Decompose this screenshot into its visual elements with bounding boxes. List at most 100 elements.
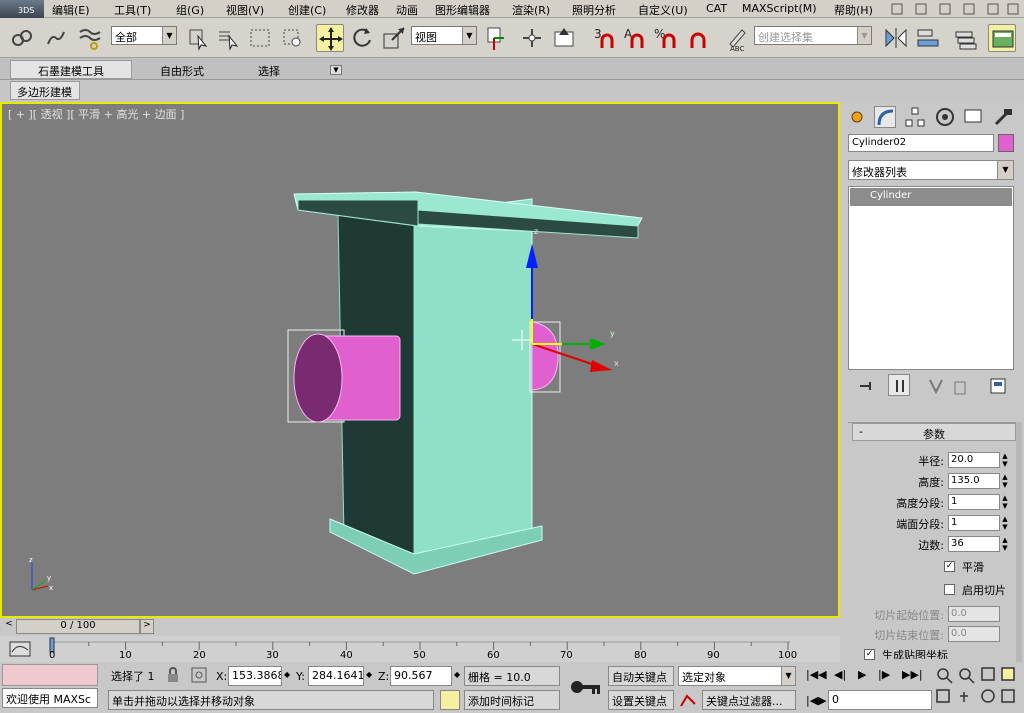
menu-customize[interactable]: 自定义(U) (638, 2, 688, 18)
sides-spinner-icon[interactable]: ▲ ▼ (1001, 536, 1009, 552)
absolute-mode-icon[interactable] (190, 666, 208, 684)
prev-frame-arrow-icon[interactable]: < (2, 619, 16, 634)
smooth-checkbox[interactable]: ✓ (944, 561, 955, 572)
link-icon[interactable] (8, 24, 36, 52)
y-coord-field[interactable]: 284.1641 (308, 666, 364, 686)
menu-edit[interactable]: 编辑(E) (52, 2, 90, 18)
modifier-list-select[interactable]: 修改器列表 ▼ (848, 160, 1014, 180)
lock-icon[interactable] (164, 666, 182, 684)
selection-filter-select[interactable]: 全部 ▼ (111, 26, 177, 45)
remove-modifier-icon[interactable] (950, 376, 970, 396)
key-mode-toggle-icon[interactable]: |◀▶ (806, 694, 827, 707)
layer-manager-icon[interactable] (952, 24, 980, 52)
object-name-field[interactable]: Cylinder02 (848, 134, 994, 152)
spinner-snap-icon[interactable] (686, 24, 714, 52)
menu-animation[interactable]: 动画 (396, 2, 418, 18)
perspective-viewport[interactable]: [ + ][ 透视 ][ 平滑 + 高光 + 边面 ] z y x z x y (0, 102, 840, 618)
make-unique-icon[interactable] (926, 376, 946, 396)
edit-named-selection-icon[interactable]: ABC (722, 24, 750, 53)
key-mode-select[interactable]: 选定对象 ▼ (678, 666, 796, 686)
next-frame-icon[interactable]: |▶ (878, 668, 890, 681)
add-time-tag[interactable]: 添加时间标记 (464, 690, 560, 710)
menu-group[interactable]: 组(G) (176, 2, 204, 18)
tab-freeform[interactable]: 自由形式 (154, 61, 210, 78)
key-tangent-icon[interactable] (678, 690, 698, 710)
modifier-stack[interactable]: Cylinder (848, 186, 1014, 370)
rotate-icon[interactable] (348, 24, 376, 52)
parameters-rollout-header[interactable]: - 参数 (852, 423, 1016, 441)
select-move-icon[interactable] (316, 24, 344, 52)
app-logo[interactable]: 3DS (0, 0, 44, 18)
z-coord-field[interactable]: 90.567 (390, 666, 452, 686)
menu-lighting[interactable]: 照明分析 (572, 2, 616, 18)
keyboard-shortcut-icon[interactable] (550, 24, 578, 52)
cap-segments-field[interactable]: 1 (948, 515, 1000, 531)
slice-from-field[interactable]: 0.0 (948, 606, 1000, 622)
align-icon[interactable] (914, 24, 942, 52)
select-by-name-icon[interactable] (214, 24, 242, 52)
graphite-ribbon-icon[interactable] (988, 24, 1016, 52)
modify-tab-icon[interactable] (874, 106, 896, 128)
angle-snap-icon[interactable]: A (620, 24, 648, 52)
maxscript-listener-mini[interactable] (2, 664, 98, 686)
track-bar[interactable]: 0 10 20 30 40 50 60 70 80 90 100 (0, 636, 840, 662)
time-tag-icon[interactable] (440, 690, 460, 710)
panel-scrollbar[interactable] (1016, 422, 1022, 662)
height-spinner-icon[interactable]: ▲ ▼ (1001, 473, 1009, 489)
configure-sets-icon[interactable] (988, 376, 1008, 396)
menu-cat[interactable]: CAT (706, 2, 727, 15)
radius-field[interactable]: 20.0 (948, 452, 1000, 468)
mirror-icon[interactable] (882, 24, 910, 52)
maxscript-welcome[interactable]: 欢迎使用 MAXSc (2, 688, 98, 708)
utilities-tab-icon[interactable] (992, 106, 1014, 128)
menu-rendering[interactable]: 渲染(R) (512, 2, 550, 18)
x-coord-field[interactable]: 153.3868 (228, 666, 282, 686)
play-icon[interactable]: ▶ (858, 668, 866, 681)
current-frame-field[interactable]: 0 (828, 690, 932, 710)
slice-on-checkbox[interactable] (944, 584, 955, 595)
motion-tab-icon[interactable] (934, 106, 956, 128)
cap-segments-spinner-icon[interactable]: ▲ ▼ (1001, 515, 1009, 531)
unlink-icon[interactable] (42, 24, 70, 52)
hierarchy-tab-icon[interactable] (904, 106, 926, 128)
menu-create[interactable]: 创建(C) (288, 2, 326, 18)
menu-tools[interactable]: 工具(T) (114, 2, 151, 18)
pivot-center-icon[interactable] (482, 24, 510, 52)
menu-maxscript[interactable]: MAXScript(M) (742, 2, 817, 15)
named-selection-select[interactable]: 创建选择集 ▼ (754, 26, 872, 45)
ribbon-poly-modeling[interactable]: 多边形建模 (10, 81, 80, 100)
key-filters-button[interactable]: 关键点过滤器... (702, 690, 796, 710)
auto-key-button[interactable]: 自动关键点 (608, 666, 674, 686)
tab-selection[interactable]: 选择 (252, 61, 286, 78)
height-segments-field[interactable]: 1 (948, 494, 1000, 510)
scene-geometry[interactable]: z y x (2, 104, 838, 616)
x-spinner-icon[interactable]: ◆ (284, 670, 290, 679)
next-frame-arrow-icon[interactable]: > (140, 619, 154, 634)
menu-help[interactable]: 帮助(H) (834, 2, 873, 18)
ribbon-options-chevron-icon[interactable]: ▼ (330, 65, 342, 75)
z-spinner-icon[interactable]: ◆ (454, 670, 460, 679)
select-object-icon[interactable] (184, 24, 212, 52)
scale-icon[interactable] (380, 24, 408, 52)
rect-selection-icon[interactable] (246, 24, 274, 52)
create-tab-icon[interactable] (846, 106, 868, 128)
display-tab-icon[interactable] (962, 106, 984, 128)
height-segments-spinner-icon[interactable]: ▲ ▼ (1001, 494, 1009, 510)
set-key-button[interactable]: 设置关键点 (608, 690, 674, 710)
pin-stack-icon[interactable] (856, 376, 876, 396)
menu-graph-editors[interactable]: 图形编辑器 (435, 2, 490, 18)
set-key-icon[interactable] (568, 674, 602, 700)
object-color-swatch[interactable] (998, 134, 1014, 152)
radius-spinner-icon[interactable]: ▲ ▼ (1001, 452, 1009, 468)
tab-graphite-modeling[interactable]: 石墨建模工具 (32, 61, 110, 78)
bind-spacewarp-icon[interactable] (76, 24, 104, 52)
sides-field[interactable]: 36 (948, 536, 1000, 552)
window-crossing-icon[interactable] (278, 24, 306, 52)
prev-frame-icon[interactable]: ◀| (834, 668, 846, 681)
height-field[interactable]: 135.0 (948, 473, 1000, 489)
snap-toggle-icon[interactable]: 3 (590, 24, 618, 52)
time-slider[interactable]: 0 / 100 (16, 619, 140, 634)
show-end-result-icon[interactable] (888, 374, 910, 396)
gen-uv-checkbox[interactable]: ✓ (864, 649, 875, 660)
menu-views[interactable]: 视图(V) (226, 2, 264, 18)
